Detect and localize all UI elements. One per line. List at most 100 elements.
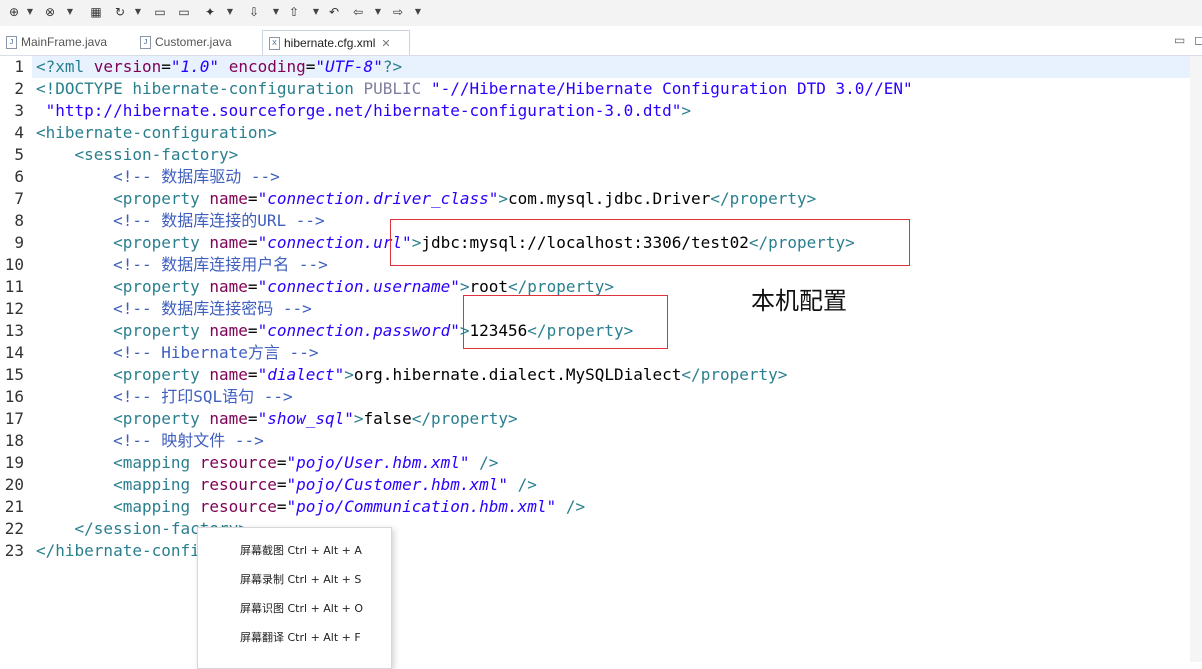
code-token: name <box>209 277 248 296</box>
code-line[interactable]: <mapping resource="pojo/User.hbm.xml" /> <box>36 452 498 474</box>
line-number: 9 <box>14 233 24 252</box>
code-token: > <box>498 189 509 208</box>
tab-customer-java[interactable]: J Customer.java <box>134 30 252 54</box>
code-token: <property <box>36 277 210 296</box>
chevron-down-icon[interactable]: ▼ <box>374 4 382 20</box>
line-number: 22 <box>4 519 24 538</box>
prev-annotation-icon[interactable]: ⇧ <box>286 4 302 20</box>
code-token: /> <box>508 475 537 494</box>
code-token: PUBLIC <box>363 79 431 98</box>
chevron-down-icon[interactable]: ▼ <box>134 4 142 20</box>
annotation-label: 本机配置 <box>751 287 847 315</box>
line-number: 15 <box>4 365 24 384</box>
code-token: false <box>363 409 412 428</box>
menu-item[interactable]: 屏幕翻译 Ctrl + Alt + F <box>240 629 361 645</box>
code-token: "pojo/Communication.hbm.xml" <box>286 497 557 516</box>
menu-item[interactable]: 屏幕截图 Ctrl + Alt + A <box>240 542 362 558</box>
chevron-down-icon[interactable]: ▼ <box>66 4 74 20</box>
next-annotation-icon[interactable]: ⇩ <box>246 4 262 20</box>
tab-label: Customer.java <box>155 35 232 49</box>
code-token: </property> <box>411 409 518 428</box>
code-token: <property <box>36 189 210 208</box>
code-token: <property <box>36 233 210 252</box>
code-token: name <box>209 233 248 252</box>
code-line[interactable]: <!-- 数据库连接密码 --> <box>36 298 312 320</box>
code-line[interactable]: <mapping resource="pojo/Customer.hbm.xml… <box>36 474 537 496</box>
debug-server-icon[interactable]: ⊗ <box>42 4 58 20</box>
code-line[interactable]: <property name="connection.driver_class"… <box>36 188 816 210</box>
code-token: version <box>93 57 162 76</box>
refresh-icon[interactable]: ↻ <box>112 4 128 20</box>
code-token: <!-- 数据库驱动 --> <box>36 167 280 186</box>
code-line[interactable]: <?xml version="1.0" encoding="UTF-8"?> <box>32 56 1194 78</box>
code-token: name <box>209 409 248 428</box>
code-line[interactable]: <!-- 数据库驱动 --> <box>36 166 280 188</box>
line-number: 19 <box>4 453 24 472</box>
line-number: 1 <box>14 57 24 76</box>
code-line[interactable]: <!-- Hibernate方言 --> <box>36 342 318 364</box>
code-token: ?> <box>382 57 403 76</box>
code-line[interactable]: <!-- 打印SQL语句 --> <box>36 386 293 408</box>
chevron-down-icon[interactable]: ▼ <box>414 4 422 20</box>
wand-icon[interactable]: ✦ <box>202 4 218 20</box>
package-icon[interactable]: ▦ <box>88 4 104 20</box>
code-token: /> <box>469 453 499 472</box>
code-token: root <box>469 277 509 296</box>
code-token: = <box>247 233 258 252</box>
code-line[interactable]: <!-- 映射文件 --> <box>36 430 264 452</box>
minimize-icon[interactable]: ▭ <box>1174 33 1185 47</box>
code-line[interactable]: <session-factory> <box>36 144 239 166</box>
last-edit-icon[interactable]: ↶ <box>326 4 342 20</box>
forward-icon[interactable]: ⇨ <box>390 4 406 20</box>
code-token: </property> <box>681 365 788 384</box>
annotation-box-password <box>463 295 668 349</box>
editor-tab-bar: J MainFrame.java J Customer.java Xhibernate.… <box>0 30 1202 56</box>
code-token: > <box>459 277 470 296</box>
open-folder-icon[interactable]: ▭ <box>152 4 168 20</box>
code-token: "connection.username" <box>257 277 460 296</box>
code-line[interactable]: <mapping resource="pojo/Communication.hb… <box>36 496 585 518</box>
code-token: /> <box>556 497 586 516</box>
code-token: <mapping <box>36 475 200 494</box>
code-token: = <box>161 57 171 76</box>
line-number: 13 <box>4 321 24 340</box>
chevron-down-icon[interactable]: ▼ <box>312 4 320 20</box>
code-line[interactable]: "http://hibernate.sourceforge.net/hibern… <box>36 100 691 122</box>
tab-hibernate-cfg-xml[interactable]: Xhibernate.cfg.xml ✕ <box>262 30 410 55</box>
line-number: 4 <box>14 123 24 142</box>
chevron-down-icon[interactable]: ▼ <box>26 4 34 20</box>
code-token: encoding <box>228 57 306 76</box>
code-line[interactable]: <property name="show_sql">false</propert… <box>36 408 518 430</box>
code-line[interactable]: <!-- 数据库连接的URL --> <box>36 210 325 232</box>
code-line[interactable]: <hibernate-configuration> <box>36 122 277 144</box>
new-server-icon[interactable]: ⊕ <box>6 4 22 20</box>
xml-editor[interactable]: 1 2 3 4 5 6 7 8 9 10 11 12 13 14 15 16 17 18 19 20 21 22 23 <?… <box>0 56 1194 662</box>
code-token: resource <box>199 475 277 494</box>
chevron-down-icon[interactable]: ▼ <box>226 4 234 20</box>
tab-mainframe-java[interactable]: J MainFrame.java <box>0 30 122 54</box>
line-number: 14 <box>4 343 24 362</box>
line-number: 11 <box>4 277 24 296</box>
line-number: 8 <box>14 211 24 230</box>
tab-label: MainFrame.java <box>21 35 108 49</box>
back-icon[interactable]: ⇦ <box>350 4 366 20</box>
code-token: <mapping <box>36 453 200 472</box>
close-icon[interactable]: ✕ <box>381 38 390 50</box>
code-token: <session-factory> <box>36 145 239 164</box>
code-token: = <box>247 365 258 384</box>
code-line[interactable]: <!DOCTYPE hibernate-configuration PUBLIC… <box>36 78 913 100</box>
main-toolbar: ⊕ ▼ ⊗ ▼ ▦ ↻ ▼ ▭ ▭ ✦ ▼ ⇩ ▼ ⇧ ▼ ↶ ⇦ ▼ ⇨ ▼ <box>0 0 1202 26</box>
line-number: 20 <box>4 475 24 494</box>
code-line[interactable]: <property name="dialect">org.hibernate.d… <box>36 364 787 386</box>
menu-item[interactable]: 屏幕录制 Ctrl + Alt + S <box>240 571 361 587</box>
code-token: "connection.url" <box>257 233 412 252</box>
menu-item[interactable]: 屏幕识图 Ctrl + Alt + O <box>240 600 363 616</box>
folder-icon[interactable]: ▭ <box>176 4 192 20</box>
code-token: = <box>247 277 258 296</box>
line-number: 17 <box>4 409 24 428</box>
code-token: "http://hibernate.sourceforge.net/hibern… <box>36 101 682 120</box>
vertical-scrollbar[interactable] <box>1190 56 1202 662</box>
code-line[interactable]: <!-- 数据库连接用户名 --> <box>36 254 328 276</box>
chevron-down-icon[interactable]: ▼ <box>272 4 280 20</box>
restore-icon[interactable]: ◻ <box>1194 33 1202 47</box>
